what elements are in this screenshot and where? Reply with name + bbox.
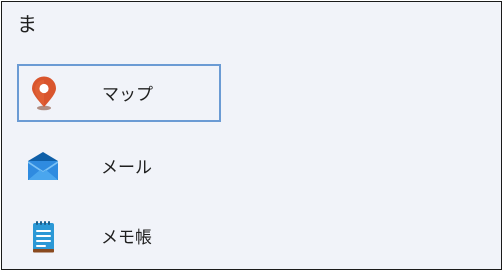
app-item-maps[interactable]: マップ — [17, 64, 221, 122]
maps-pin-icon — [32, 76, 56, 111]
app-label-notepad: メモ帳 — [101, 228, 152, 248]
app-item-mail[interactable]: メール — [17, 138, 221, 196]
notepad-icon — [33, 221, 54, 253]
start-menu-all-apps-panel: ま マップ メール メモ帳 — [1, 1, 502, 270]
app-label-maps: マップ — [102, 85, 153, 105]
app-label-mail: メール — [101, 158, 152, 178]
section-header-ma[interactable]: ま — [17, 10, 37, 38]
mail-envelope-icon — [28, 152, 58, 180]
app-item-notepad[interactable]: メモ帳 — [17, 208, 221, 266]
